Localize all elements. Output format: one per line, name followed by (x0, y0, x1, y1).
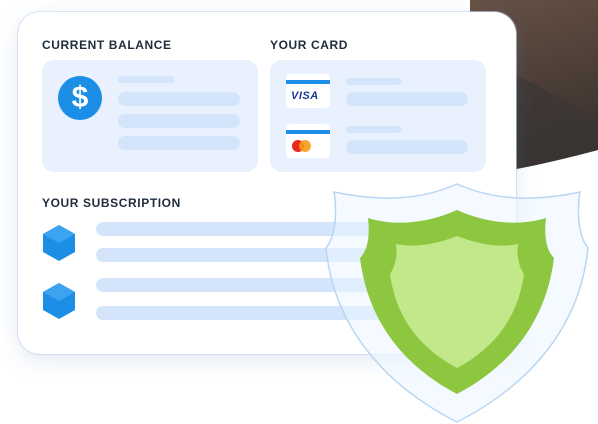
your-card-title: YOUR CARD (270, 38, 349, 52)
dollar-icon: $ (58, 76, 102, 120)
visa-card-icon: VISA (286, 74, 330, 108)
shield-icon (325, 183, 589, 423)
placeholder-bar (346, 140, 468, 154)
mastercard-icon (286, 124, 330, 158)
placeholder-bar (118, 136, 240, 150)
placeholder-bar (118, 114, 240, 128)
placeholder-bar (118, 76, 174, 83)
placeholder-bar (346, 126, 402, 133)
current-balance-title: CURRENT BALANCE (42, 38, 172, 52)
placeholder-bar (118, 92, 240, 106)
cube-icon (43, 283, 75, 319)
card-panel: VISA (270, 60, 486, 172)
placeholder-bar (346, 78, 402, 85)
visa-label: VISA (291, 90, 319, 102)
your-subscription-title: YOUR SUBSCRIPTION (42, 196, 181, 210)
balance-panel: $ (42, 60, 258, 172)
placeholder-bar (346, 92, 468, 106)
cube-icon (43, 225, 75, 261)
